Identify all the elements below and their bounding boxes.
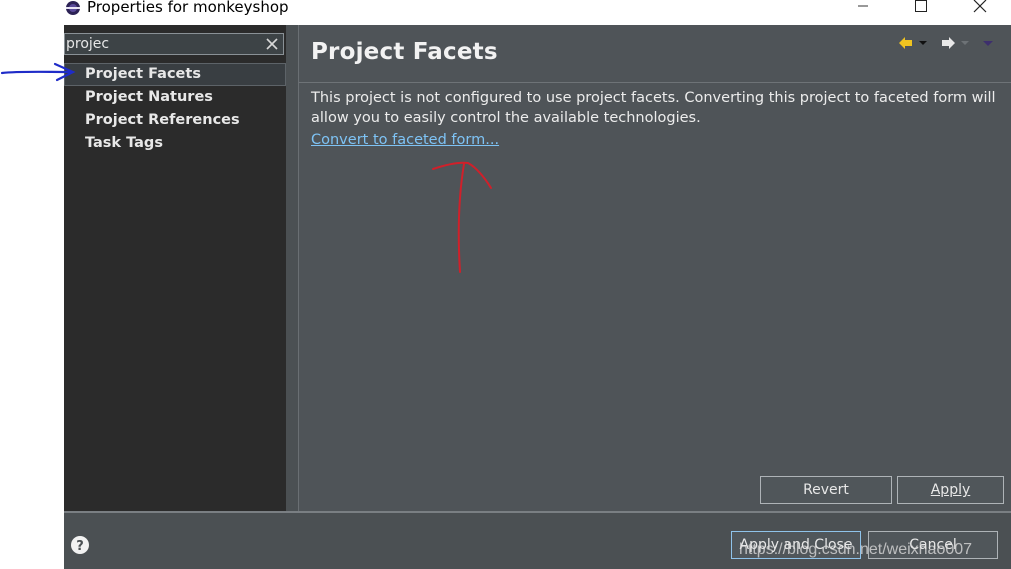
window-titlebar: Properties for monkeyshop (64, 0, 1011, 25)
close-icon (973, 0, 987, 13)
content-panel: Project Facets This project is not confi… (298, 25, 1011, 511)
apply-and-close-button[interactable]: Apply and Close (731, 531, 861, 559)
tree-item-project-references[interactable]: Project References (64, 109, 286, 132)
dropdown-icon[interactable] (918, 35, 928, 51)
footer-divider (64, 511, 1011, 513)
tree-item-project-facets[interactable]: Project Facets (64, 63, 286, 86)
apply-button[interactable]: Apply (897, 476, 1004, 504)
blue-annotation-arrow (0, 62, 76, 82)
tree-item-task-tags[interactable]: Task Tags (64, 132, 286, 155)
menu-icon[interactable] (982, 35, 994, 51)
minimize-button[interactable] (840, 0, 886, 18)
filter-input[interactable] (65, 34, 261, 54)
convert-to-faceted-form-link[interactable]: Convert to faceted form... (311, 132, 499, 148)
cancel-button[interactable]: Cancel (868, 531, 998, 559)
app-icon (66, 1, 80, 15)
apply-button-label: Apply (930, 482, 971, 498)
forward-arrow-icon[interactable] (940, 35, 956, 51)
svg-text:?: ? (76, 539, 84, 554)
maximize-button[interactable] (898, 0, 944, 18)
tree-item-project-natures[interactable]: Project Natures (64, 86, 286, 109)
filter-box (64, 33, 284, 55)
description-text: This project is not configured to use pr… (311, 90, 996, 126)
close-window-button[interactable] (957, 0, 1003, 18)
maximize-icon (915, 0, 927, 12)
minimize-icon (858, 5, 868, 7)
header-divider (299, 82, 1011, 83)
sidebar: Project Facets Project Natures Project R… (64, 25, 287, 511)
page-title: Project Facets (311, 39, 498, 65)
property-tree: Project Facets Project Natures Project R… (64, 63, 286, 155)
help-icon[interactable]: ? (70, 535, 90, 555)
clear-filter-icon[interactable] (265, 37, 279, 51)
back-arrow-icon[interactable] (898, 35, 914, 51)
splitter[interactable] (286, 25, 298, 511)
properties-dialog: Project Facets Project Natures Project R… (64, 25, 1011, 569)
dropdown-icon[interactable] (960, 35, 970, 51)
page-navigation (898, 35, 1008, 51)
revert-button[interactable]: Revert (760, 476, 892, 504)
window-title: Properties for monkeyshop (87, 0, 289, 16)
